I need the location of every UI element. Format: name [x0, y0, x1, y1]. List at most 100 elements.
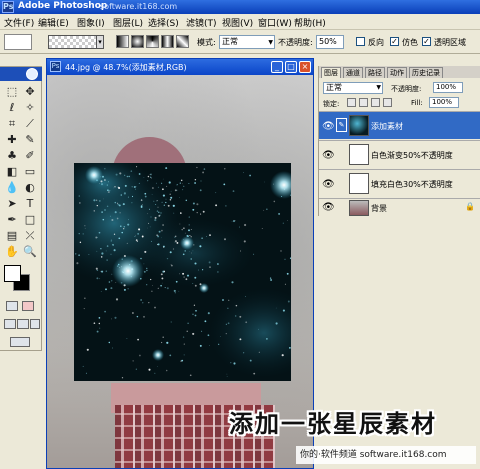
- menu-edit[interactable]: 编辑(E): [38, 16, 69, 29]
- star-dot: [156, 234, 158, 236]
- star-dot: [153, 200, 155, 202]
- crop-tool-icon[interactable]: ⌗: [4, 117, 20, 131]
- star-dot: [186, 330, 188, 332]
- lasso-tool-icon[interactable]: ℓ: [4, 101, 20, 115]
- dither-checkbox[interactable]: ✓: [390, 37, 399, 46]
- notes-tool-icon[interactable]: ▤: [4, 229, 20, 243]
- star-dot: [258, 351, 260, 353]
- star-dot: [266, 208, 268, 210]
- radial-gradient-icon[interactable]: [131, 35, 144, 48]
- quick-mask-mode-icon[interactable]: [22, 301, 34, 311]
- layer-opacity-input[interactable]: 100%: [433, 82, 463, 93]
- history-brush-tool-icon[interactable]: ✐: [22, 149, 38, 163]
- zoom-tool-icon[interactable]: 🔍: [22, 245, 38, 259]
- layer-row-add-material[interactable]: 👁 ✎ 添加素材: [319, 111, 480, 139]
- star-dot: [187, 322, 189, 324]
- pen-tool-icon[interactable]: ✒: [4, 213, 20, 227]
- star-dot: [196, 166, 198, 169]
- star-dot: [176, 183, 178, 186]
- menu-select[interactable]: 选择(S): [148, 16, 179, 29]
- blend-mode-select[interactable]: 正常 ▼: [323, 82, 383, 94]
- slice-tool-icon[interactable]: ⟋: [22, 117, 38, 131]
- menu-view[interactable]: 视图(V): [222, 16, 253, 29]
- menu-layer[interactable]: 图层(L): [113, 16, 143, 29]
- star-dot: [289, 347, 291, 349]
- move-tool-icon[interactable]: ✥: [22, 85, 38, 99]
- magic-wand-tool-icon[interactable]: ✧: [22, 101, 38, 115]
- screen-mode-standard-icon[interactable]: [4, 319, 16, 329]
- type-tool-icon[interactable]: T: [22, 197, 38, 211]
- eye-icon[interactable]: 👁: [322, 150, 335, 161]
- star-dot: [158, 230, 161, 233]
- menu-file[interactable]: 文件(F): [4, 16, 34, 29]
- gradient-dropdown-arrow[interactable]: ▾: [96, 35, 104, 49]
- marquee-tool-icon[interactable]: ⬚: [4, 85, 20, 99]
- diamond-gradient-icon[interactable]: [176, 35, 189, 48]
- close-button[interactable]: ×: [299, 61, 311, 73]
- star-dot: [265, 337, 268, 340]
- standard-mode-icon[interactable]: [6, 301, 18, 311]
- star-dot: [169, 354, 172, 357]
- tab-layers[interactable]: 图层: [321, 67, 341, 78]
- lock-icon: 🔒: [465, 202, 475, 211]
- maximize-button[interactable]: □: [285, 61, 297, 73]
- tool-preset-picker[interactable]: [4, 34, 32, 50]
- tab-paths[interactable]: 路径: [365, 67, 385, 78]
- star-dot: [157, 287, 159, 290]
- lock-position-icon[interactable]: [371, 98, 380, 107]
- screen-mode-full-icon[interactable]: [30, 319, 40, 329]
- layer-row-background[interactable]: 👁 背景 🔒: [319, 198, 480, 216]
- clone-stamp-tool-icon[interactable]: ♣: [4, 149, 20, 163]
- menu-window[interactable]: 窗口(W): [258, 16, 292, 29]
- dodge-tool-icon[interactable]: ◐: [22, 181, 38, 195]
- hand-tool-icon[interactable]: ✋: [4, 245, 20, 259]
- transparency-checkbox[interactable]: ✓: [422, 37, 431, 46]
- star-dot: [107, 189, 109, 192]
- path-selection-tool-icon[interactable]: ➤: [4, 197, 20, 211]
- star-dot: [138, 182, 140, 184]
- foreground-color-swatch[interactable]: [4, 265, 21, 282]
- gradient-tool-icon[interactable]: ▭: [22, 165, 38, 179]
- eye-icon[interactable]: 👁: [322, 179, 335, 190]
- layer-row-white-fill[interactable]: 👁 填充白色30%不透明度: [319, 169, 480, 197]
- reverse-checkbox[interactable]: [356, 37, 365, 46]
- angle-gradient-icon[interactable]: [146, 35, 159, 48]
- star-dot: [202, 269, 204, 271]
- brush-link-icon[interactable]: ✎: [336, 118, 347, 132]
- minimize-button[interactable]: _: [271, 61, 283, 73]
- layer-row-white-gradient[interactable]: 👁 白色渐变50%不透明度: [319, 140, 480, 168]
- star-dot: [225, 323, 227, 325]
- tab-actions[interactable]: 动作: [387, 67, 407, 78]
- star-dot: [286, 272, 289, 275]
- healing-brush-tool-icon[interactable]: ✚: [4, 133, 20, 147]
- photoshop-eye-icon[interactable]: [26, 68, 38, 80]
- gradient-preview[interactable]: [48, 35, 102, 49]
- eye-icon[interactable]: 👁: [322, 121, 335, 132]
- blur-tool-icon[interactable]: 💧: [4, 181, 20, 195]
- star-dot: [192, 208, 195, 211]
- mode-select[interactable]: 正常 ▼: [219, 35, 275, 49]
- fill-input[interactable]: 100%: [429, 97, 459, 108]
- screen-mode-menu-icon[interactable]: [17, 319, 29, 329]
- tab-history[interactable]: 历史记录: [409, 67, 443, 78]
- menu-image[interactable]: 图象(I): [77, 16, 105, 29]
- eye-icon[interactable]: 👁: [322, 202, 335, 213]
- menu-filter[interactable]: 滤镜(T): [186, 16, 217, 29]
- reflected-gradient-icon[interactable]: [161, 35, 174, 48]
- linear-gradient-icon[interactable]: [116, 35, 129, 48]
- menu-help[interactable]: 帮助(H): [294, 16, 326, 29]
- lock-transparency-icon[interactable]: [347, 98, 356, 107]
- jump-to-imageready-icon[interactable]: [10, 337, 30, 347]
- star-dot: [111, 318, 112, 320]
- lock-all-icon[interactable]: [383, 98, 392, 107]
- shape-tool-icon[interactable]: □: [22, 213, 38, 227]
- eyedropper-tool-icon[interactable]: ⤫: [22, 229, 38, 243]
- document-title-bar[interactable]: Ps 44.jpg @ 48.7%(添加素材,RGB) _ □ ×: [47, 59, 313, 75]
- opacity-input[interactable]: 50%: [316, 35, 344, 49]
- tab-channels[interactable]: 通道: [343, 67, 363, 78]
- star-dot: [118, 186, 121, 190]
- star-dot: [131, 312, 134, 314]
- lock-image-icon[interactable]: [359, 98, 368, 107]
- eraser-tool-icon[interactable]: ◧: [4, 165, 20, 179]
- brush-tool-icon[interactable]: ✎: [22, 133, 38, 147]
